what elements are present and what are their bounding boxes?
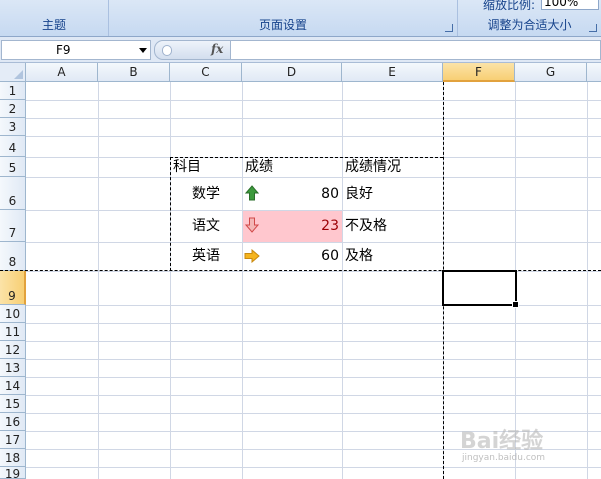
row-header-16[interactable]: 16 [0, 413, 26, 431]
zoom-label: 缩放比例: [483, 0, 536, 12]
gridline [242, 82, 243, 479]
row-header-12[interactable]: 12 [0, 341, 26, 359]
row-header-7[interactable]: 7 [0, 210, 26, 242]
column-header-h[interactable] [587, 63, 601, 82]
worksheet-grid[interactable]: A B C D E F G 1 2 3 4 5 6 7 8 9 10 11 12… [0, 63, 601, 479]
column-header-c[interactable]: C [170, 63, 242, 82]
ribbon: 主题 页面设置 调整为合适大小 缩放比例: 100% [0, 0, 601, 37]
gridline [26, 100, 601, 101]
row-header-1[interactable]: 1 [0, 82, 26, 100]
formula-tools: fx [154, 40, 231, 60]
chevron-down-icon[interactable] [139, 48, 147, 53]
gridline [26, 323, 601, 324]
gridline [26, 118, 601, 119]
expand-handle-icon[interactable] [162, 45, 172, 56]
ribbon-group-label-page-setup: 页面设置 [258, 18, 307, 32]
formula-input[interactable] [230, 40, 601, 60]
gridline [98, 82, 99, 479]
gridline [342, 82, 343, 479]
row-header-3[interactable]: 3 [0, 118, 26, 136]
row-header-9[interactable]: 9 [0, 271, 26, 305]
table-border [170, 157, 443, 271]
gridline [26, 395, 601, 396]
row-header-6[interactable]: 6 [0, 177, 26, 210]
ribbon-group-label-scale-to-fit: 调整为合适大小 [487, 18, 572, 32]
fill-handle[interactable] [512, 301, 519, 308]
gridline [587, 82, 588, 479]
name-box-value: F9 [56, 43, 71, 57]
row-header-14[interactable]: 14 [0, 377, 26, 395]
gridline [26, 359, 601, 360]
insert-function-icon[interactable]: fx [211, 42, 223, 56]
watermark-url: jingyan.baidu.com [462, 453, 546, 463]
name-box[interactable]: F9 [1, 40, 151, 60]
column-header-e[interactable]: E [342, 63, 443, 82]
column-header-b[interactable]: B [98, 63, 170, 82]
gridline [170, 82, 171, 479]
watermark-logo: Bai经验 [460, 429, 544, 454]
ribbon-group-label-themes: 主题 [41, 18, 66, 32]
row-header-19[interactable]: 19 [0, 467, 26, 479]
row-header-10[interactable]: 10 [0, 305, 26, 323]
column-header-g[interactable]: G [515, 63, 587, 82]
ribbon-group-page-setup[interactable]: 页面设置 [109, 0, 458, 36]
dialog-launcher-icon[interactable] [589, 24, 597, 32]
row-header-18[interactable]: 18 [0, 449, 26, 467]
column-header-f[interactable]: F [443, 63, 515, 82]
select-all-button[interactable] [0, 63, 26, 82]
formula-bar: F9 fx [0, 37, 601, 63]
gridline [26, 136, 601, 137]
dialog-launcher-icon[interactable] [445, 24, 453, 32]
row-header-17[interactable]: 17 [0, 431, 26, 449]
gridline [26, 377, 601, 378]
row-header-5[interactable]: 5 [0, 157, 26, 177]
row-header-2[interactable]: 2 [0, 100, 26, 118]
row-header-15[interactable]: 15 [0, 395, 26, 413]
row-header-13[interactable]: 13 [0, 359, 26, 377]
selected-cell[interactable] [442, 270, 519, 308]
gridline [26, 341, 601, 342]
ribbon-group-themes[interactable]: 主题 [0, 0, 109, 36]
row-header-4[interactable]: 4 [0, 136, 26, 157]
row-header-11[interactable]: 11 [0, 323, 26, 341]
gridline [26, 467, 601, 468]
gridline [26, 413, 601, 414]
column-header-d[interactable]: D [242, 63, 342, 82]
zoom-input[interactable]: 100% [541, 0, 599, 10]
column-header-a[interactable]: A [26, 63, 98, 82]
row-header-8[interactable]: 8 [0, 242, 26, 271]
